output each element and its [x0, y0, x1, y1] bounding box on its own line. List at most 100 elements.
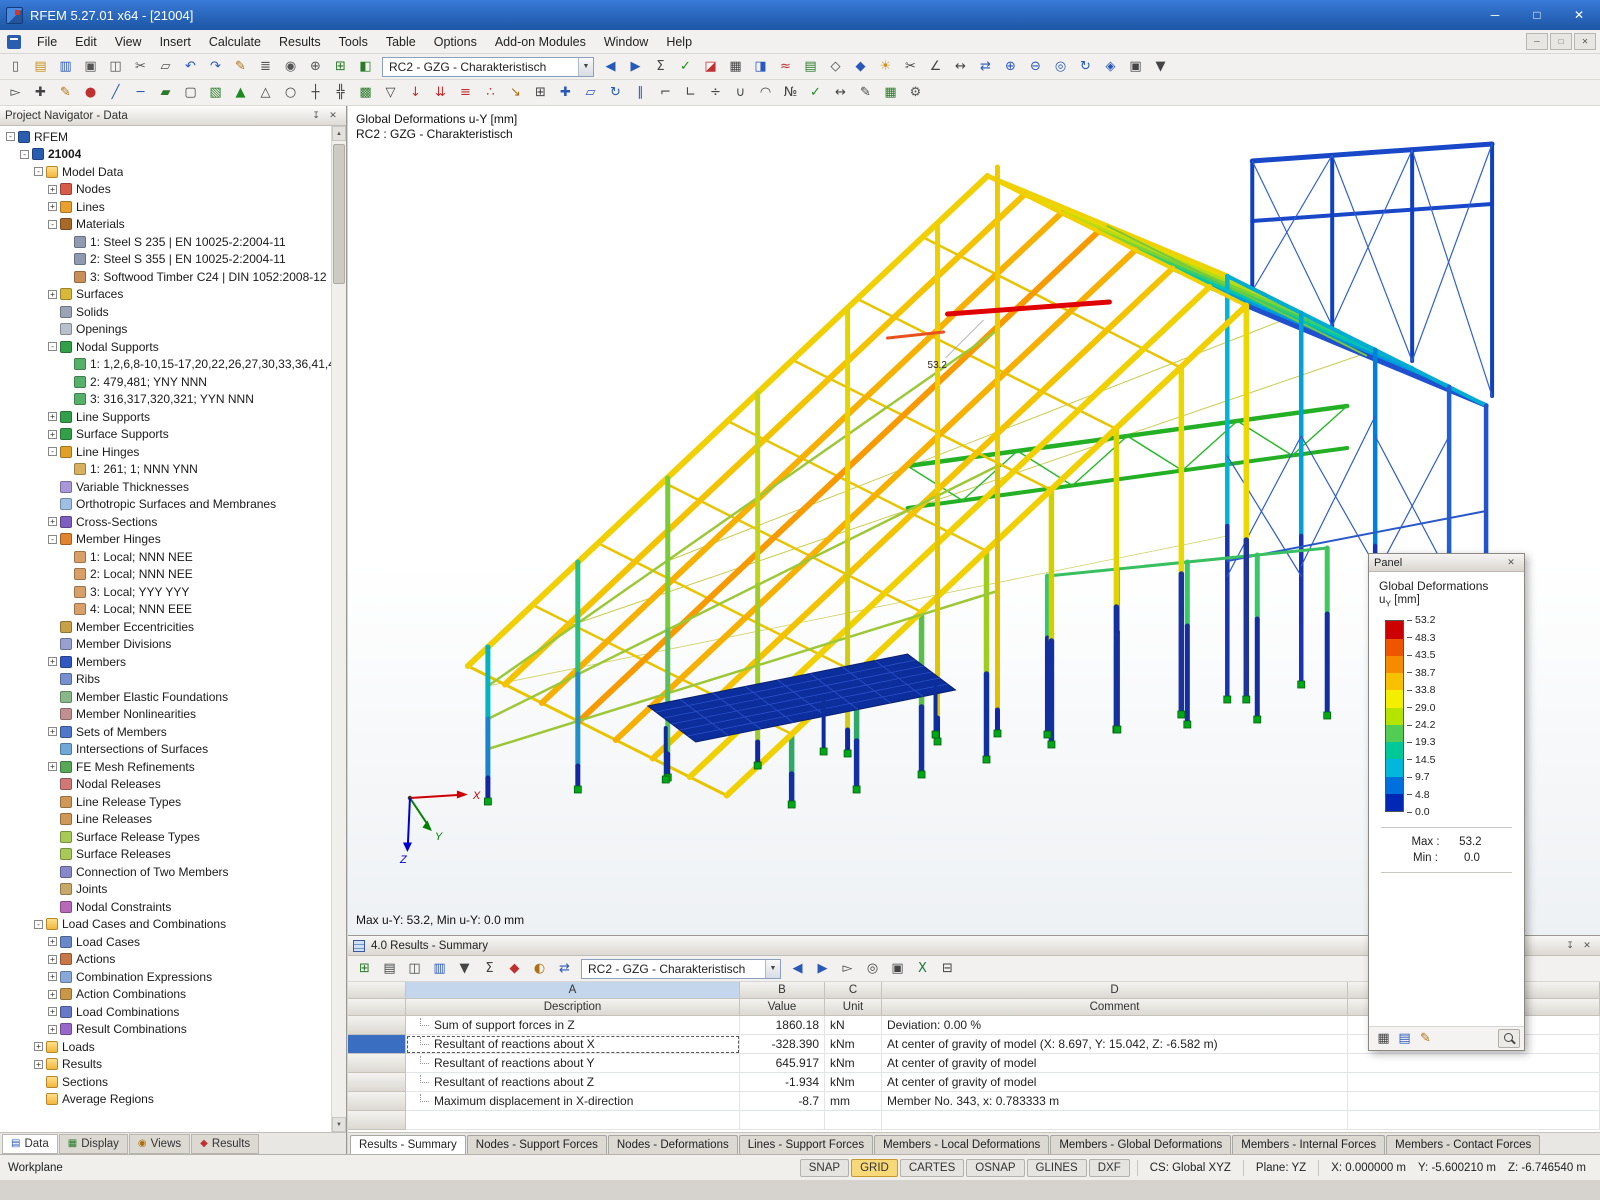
- results-close-icon[interactable]: ✕: [1579, 939, 1595, 953]
- res-color-bars-button[interactable]: ▥: [427, 958, 452, 980]
- tree-item-line-releases[interactable]: Line Releases: [0, 811, 331, 829]
- more-button[interactable]: ▼: [1148, 56, 1173, 78]
- document-icon[interactable]: [7, 35, 21, 49]
- expander-icon[interactable]: +: [48, 185, 57, 194]
- status-toggle-osnap[interactable]: OSNAP: [966, 1159, 1024, 1177]
- table-row[interactable]: Resultant of reactions about Y 645.917 k…: [348, 1054, 1600, 1073]
- connect-button[interactable]: ∪: [728, 82, 753, 104]
- tree-item-fe-mesh-refinements[interactable]: + FE Mesh Refinements: [0, 758, 331, 776]
- tree-item-surface-releases[interactable]: Surface Releases: [0, 846, 331, 864]
- status-toggle-cartes[interactable]: CARTES: [900, 1159, 964, 1177]
- angle-button[interactable]: ∠: [923, 56, 948, 78]
- tree-item-sets-of-members[interactable]: + Sets of Members: [0, 723, 331, 741]
- cell-value[interactable]: 1860.18: [740, 1016, 825, 1035]
- results-tab-nodes-support-forces[interactable]: Nodes - Support Forces: [467, 1135, 607, 1154]
- measure-button[interactable]: ↔: [948, 56, 973, 78]
- res-filter-button[interactable]: ▼: [452, 958, 477, 980]
- tree-item-3-softwood-timber-c24-din-1052-2008-12[interactable]: 3: Softwood Timber C24 | DIN 1052:2008-1…: [0, 268, 331, 286]
- tree-item-variable-thicknesses[interactable]: Variable Thicknesses: [0, 478, 331, 496]
- column-header-c[interactable]: C: [825, 982, 882, 999]
- check-model-button[interactable]: ✓: [803, 82, 828, 104]
- res-print-button[interactable]: ▣: [885, 958, 910, 980]
- load-case-combo[interactable]: RC2 - GZG - Charakteristisch ▼: [382, 57, 594, 77]
- status-toggle-grid[interactable]: GRID: [851, 1159, 898, 1177]
- cell-unit[interactable]: kNm: [825, 1054, 882, 1073]
- results-combo-dropdown-icon[interactable]: ▼: [765, 960, 780, 978]
- res-table-settings-button[interactable]: ⊞: [352, 958, 377, 980]
- tree-item-load-cases-and-combinations[interactable]: - Load Cases and Combinations: [0, 916, 331, 934]
- intersection-tool-button[interactable]: ╬: [328, 82, 353, 104]
- menu-item-tools[interactable]: Tools: [330, 32, 377, 52]
- open-button[interactable]: ▤: [28, 56, 53, 78]
- cell-unit[interactable]: mm: [825, 1092, 882, 1111]
- menu-item-table[interactable]: Table: [377, 32, 425, 52]
- navigator-tab-data[interactable]: ▤ Data: [2, 1134, 58, 1154]
- tree-item-1-local-nnn-nee[interactable]: 1: Local; NNN NEE: [0, 548, 331, 566]
- tree-item-4-local-nnn-eee[interactable]: 4: Local; NNN EEE: [0, 601, 331, 619]
- save-button[interactable]: ▥: [53, 56, 78, 78]
- tree-item-member-elastic-foundations[interactable]: Member Elastic Foundations: [0, 688, 331, 706]
- expander-icon[interactable]: +: [48, 937, 57, 946]
- res-next-case-button[interactable]: ▶: [810, 958, 835, 980]
- expander-icon[interactable]: +: [48, 517, 57, 526]
- wireframe-button[interactable]: ◇: [823, 56, 848, 78]
- lighting-button[interactable]: ☀: [873, 56, 898, 78]
- legend-color-edit-button[interactable]: ▤: [1394, 1029, 1415, 1048]
- menu-item-results[interactable]: Results: [270, 32, 330, 52]
- navigator-tab-views[interactable]: ◉ Views: [129, 1134, 190, 1154]
- tree-item-3-local-yyy-yyy[interactable]: 3: Local; YYY YYY: [0, 583, 331, 601]
- res-fixed-button[interactable]: ◫: [402, 958, 427, 980]
- measure-2-button[interactable]: ↔: [828, 82, 853, 104]
- expander-icon[interactable]: +: [48, 412, 57, 421]
- tree-item-joints[interactable]: Joints: [0, 881, 331, 899]
- solid-tool-button[interactable]: ▧: [203, 82, 228, 104]
- undo-button[interactable]: ↶: [178, 56, 203, 78]
- navigator-tab-results[interactable]: ◆ Results: [191, 1134, 259, 1154]
- nodal-load-button[interactable]: ↓: [403, 82, 428, 104]
- scroll-up-icon[interactable]: ▲: [332, 126, 346, 141]
- cell-unit[interactable]: kNm: [825, 1073, 882, 1092]
- cell-unit[interactable]: kNm: [825, 1035, 882, 1054]
- divide-button[interactable]: ÷: [703, 82, 728, 104]
- tree-item-member-divisions[interactable]: Member Divisions: [0, 636, 331, 654]
- menu-item-add-on-modules[interactable]: Add-on Modules: [486, 32, 595, 52]
- tree-item-load-cases[interactable]: + Load Cases: [0, 933, 331, 951]
- mdi-restore-button[interactable]: □: [1550, 33, 1572, 50]
- tree-item-result-combinations[interactable]: + Result Combinations: [0, 1021, 331, 1039]
- tree-item-member-eccentricities[interactable]: Member Eccentricities: [0, 618, 331, 636]
- cell-value[interactable]: -1.934: [740, 1073, 825, 1092]
- column-header-d[interactable]: D: [882, 982, 1348, 999]
- show-results-button[interactable]: ◪: [698, 56, 723, 78]
- layers-button[interactable]: ▦: [878, 82, 903, 104]
- new-button[interactable]: ▯: [3, 56, 28, 78]
- cell-description[interactable]: Sum of support forces in Z: [406, 1016, 740, 1035]
- cell-unit[interactable]: kN: [825, 1016, 882, 1035]
- combo-dropdown-icon[interactable]: ▼: [578, 58, 593, 76]
- menu-item-window[interactable]: Window: [595, 32, 657, 52]
- numbering-button[interactable]: №: [778, 82, 803, 104]
- results-tab-members-internal-forces[interactable]: Members - Internal Forces: [1232, 1135, 1385, 1154]
- edit-button[interactable]: ✎: [228, 56, 253, 78]
- select-button[interactable]: ▻: [3, 82, 28, 104]
- tree-item-results[interactable]: + Results: [0, 1056, 331, 1074]
- cell-comment[interactable]: At center of gravity of model: [882, 1073, 1348, 1092]
- navigator-tab-display[interactable]: ▦ Display: [59, 1134, 128, 1154]
- results-tab-members-contact-forces[interactable]: Members - Contact Forces: [1386, 1135, 1540, 1154]
- close-button[interactable]: ✕: [1558, 0, 1600, 30]
- legend-reset-button[interactable]: ✎: [1415, 1029, 1436, 1048]
- mdi-minimize-button[interactable]: ─: [1526, 33, 1548, 50]
- column-header-b[interactable]: B: [740, 982, 825, 999]
- rotate-view-button[interactable]: ↻: [1073, 56, 1098, 78]
- expander-icon[interactable]: +: [48, 955, 57, 964]
- renumber-button[interactable]: ≣: [253, 56, 278, 78]
- cell-value[interactable]: 645.917: [740, 1054, 825, 1073]
- move-button[interactable]: ✚: [553, 82, 578, 104]
- tree-item-combination-expressions[interactable]: + Combination Expressions: [0, 968, 331, 986]
- tree-item-surfaces[interactable]: + Surfaces: [0, 286, 331, 304]
- expander-icon[interactable]: +: [48, 990, 57, 999]
- menu-item-insert[interactable]: Insert: [151, 32, 200, 52]
- imperfection-button[interactable]: ↘: [503, 82, 528, 104]
- zoom-all-button[interactable]: ◎: [1048, 56, 1073, 78]
- expander-icon[interactable]: -: [20, 150, 29, 159]
- expander-icon[interactable]: +: [34, 1060, 43, 1069]
